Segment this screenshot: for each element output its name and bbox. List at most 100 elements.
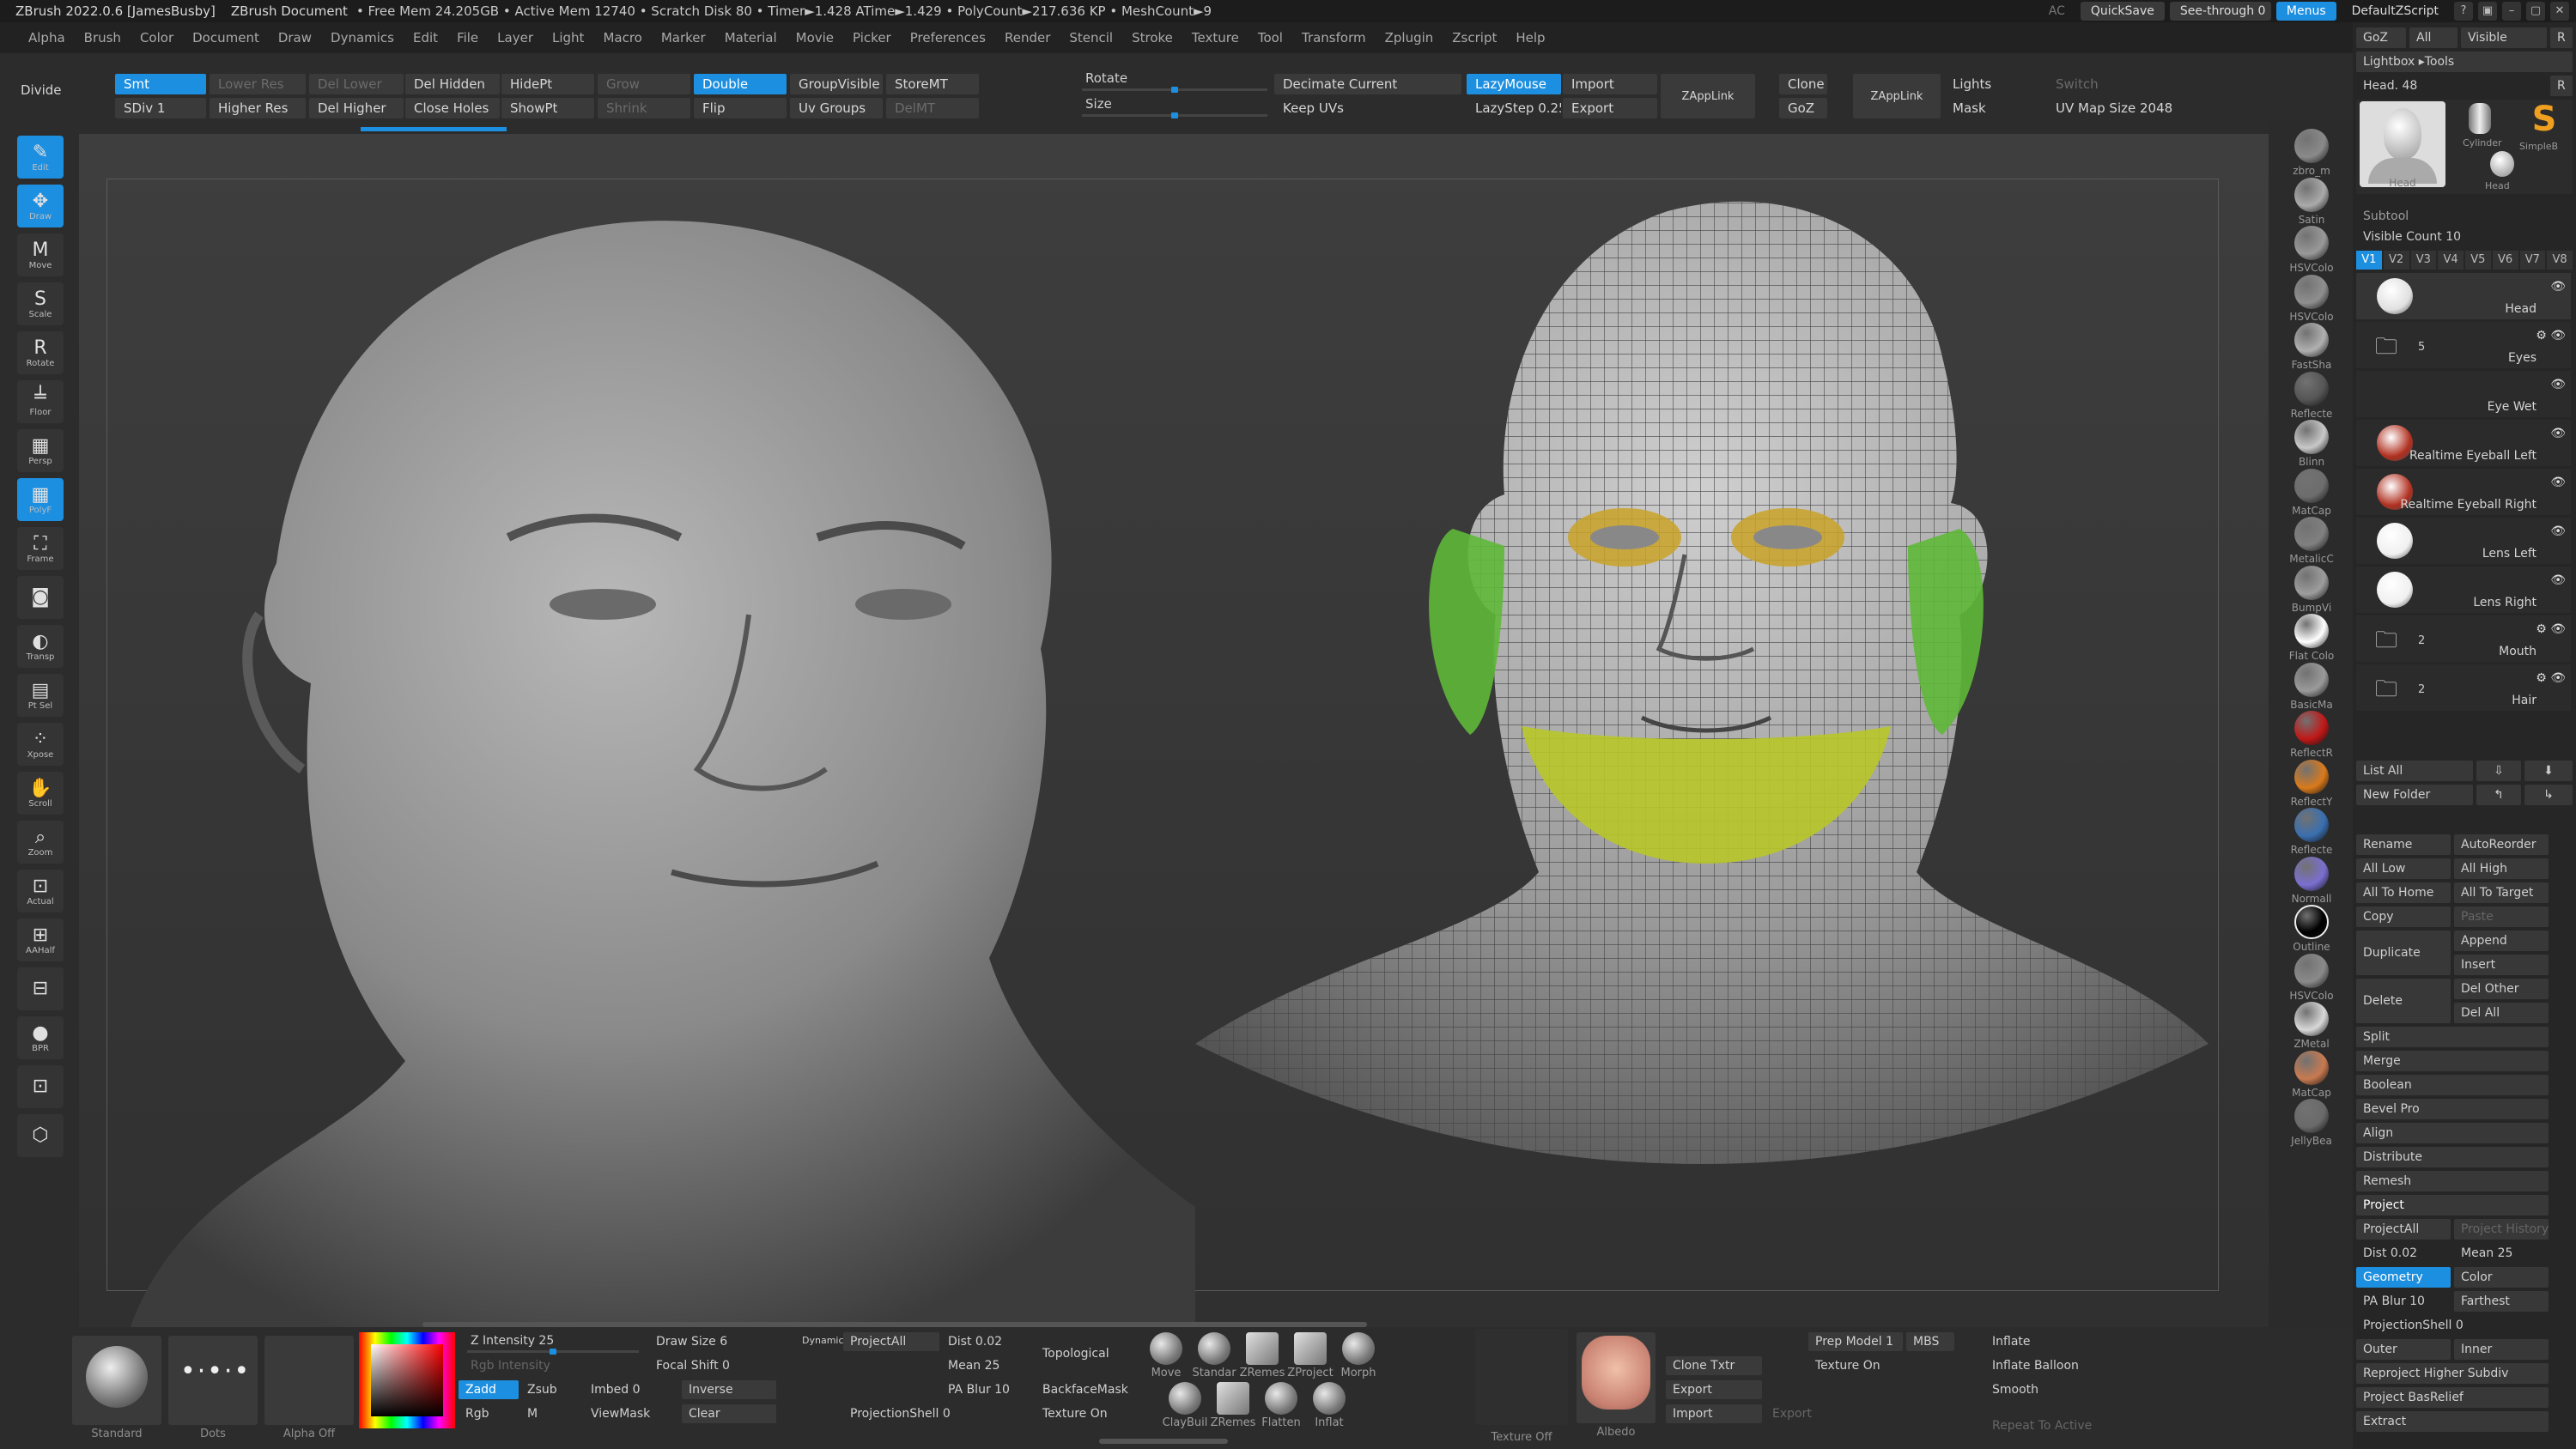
groupvisible-button[interactable]: GroupVisible (790, 74, 883, 94)
texture-on-toggle-2[interactable]: Texture On (1808, 1356, 1903, 1375)
texture-export-button[interactable]: Export (1666, 1380, 1762, 1399)
z-intensity-slider[interactable]: Z Intensity 25 (467, 1332, 639, 1355)
r-button[interactable]: R (2550, 27, 2573, 48)
zapplink-button-2[interactable]: ZAppLink (1853, 74, 1941, 118)
material-hsvcolo[interactable]: HSVColo (2286, 953, 2337, 1002)
project-menu[interactable]: Project (2356, 1195, 2549, 1216)
align-menu[interactable]: Align (2356, 1123, 2549, 1143)
brush-standar[interactable]: Standar (1190, 1332, 1238, 1379)
version-tab-v3[interactable]: V3 (2410, 251, 2437, 270)
simplebrush-tool-thumb[interactable]: S SimpleB (2519, 101, 2569, 152)
sdiv-slider[interactable]: SDiv 1 (115, 98, 206, 118)
material-zmetal[interactable]: ZMetal (2286, 1002, 2337, 1050)
lights-toggle[interactable]: Lights (1944, 74, 2047, 94)
lazymouse-toggle[interactable]: LazyMouse (1467, 74, 1561, 94)
menu-movie[interactable]: Movie (787, 30, 843, 45)
tool-slot-17[interactable]: ⊟ (17, 967, 64, 1010)
albedo-texture-selector[interactable]: Albedo (1577, 1332, 1656, 1439)
material-normall[interactable]: Normall (2286, 856, 2337, 905)
menu-help[interactable]: Help (1506, 30, 1554, 45)
material-hsvcolo[interactable]: HSVColo (2286, 274, 2337, 323)
alpha-selector[interactable]: Alpha Off (264, 1336, 354, 1440)
tool-draw[interactable]: ✥ Draw (17, 185, 64, 227)
cylinder-tool-thumb[interactable]: Cylinder (2463, 103, 2502, 149)
del-hidden-button[interactable]: Del Hidden (405, 74, 500, 94)
boolean-menu[interactable]: Boolean (2356, 1075, 2549, 1095)
split-menu[interactable]: Split (2356, 1027, 2549, 1047)
lightbox-tools-button[interactable]: Lightbox ▸Tools (2356, 52, 2573, 72)
bottom-scroll-handle[interactable] (1099, 1439, 1228, 1444)
brush-flatten[interactable]: Flatten (1257, 1382, 1305, 1429)
mbs-button[interactable]: MBS (1906, 1332, 1954, 1351)
z-intensity-knob[interactable] (550, 1349, 556, 1355)
mask-toggle[interactable]: Mask (1944, 98, 2047, 118)
repeat-to-active-button[interactable]: Repeat To Active (1985, 1416, 2174, 1435)
brush-zproject[interactable]: ZProject (1286, 1332, 1334, 1379)
quicksave-button[interactable]: QuickSave (2080, 2, 2165, 21)
arrow-down-icon[interactable]: ⬇ (2524, 761, 2573, 781)
dynamic-toggle[interactable]: Dynamic (795, 1331, 848, 1349)
visibility-eye-icon[interactable]: 👁 (2550, 573, 2566, 587)
brush-zremes[interactable]: ZRemes (1209, 1382, 1257, 1429)
stroke-selector[interactable]: •·•·• Dots (168, 1336, 258, 1440)
projectionshell-slider[interactable]: ProjectionShell 0 (843, 1404, 1034, 1423)
material-bumpvi[interactable]: BumpVi (2286, 565, 2337, 614)
menu-marker[interactable]: Marker (652, 30, 715, 45)
menu-layer[interactable]: Layer (488, 30, 543, 45)
brush-move[interactable]: Move (1142, 1332, 1190, 1379)
paste-button[interactable]: Paste (2454, 906, 2549, 927)
material-outline[interactable]: Outline (2286, 905, 2337, 953)
zapplink-button[interactable]: ZAppLink (1661, 74, 1755, 118)
subtool-eye-wet[interactable]: Eye Wet 👁 (2356, 371, 2571, 417)
tool-floor[interactable]: ╧ Floor (17, 380, 64, 423)
shrink-button[interactable]: Shrink (598, 98, 690, 118)
clear-button[interactable]: Clear (682, 1404, 776, 1423)
zsub-toggle[interactable]: Zsub (520, 1380, 580, 1399)
version-tab-v1[interactable]: V1 (2356, 251, 2382, 270)
lower-res-button[interactable]: Lower Res (210, 74, 306, 94)
folder-return-icon[interactable]: ↳ (2524, 785, 2573, 805)
tool-zoom[interactable]: ⌕ Zoom (17, 821, 64, 864)
tool-bpr[interactable]: ● BPR (17, 1016, 64, 1059)
size-knob[interactable] (1171, 112, 1178, 118)
inverse-button[interactable]: Inverse (682, 1380, 776, 1399)
goz-visible-button[interactable]: Visible (2461, 27, 2547, 48)
material-hsvcolo[interactable]: HSVColo (2286, 226, 2337, 274)
material-blinn[interactable]: Blinn (2286, 420, 2337, 468)
lazystep-slider[interactable]: LazyStep 0.25 (1467, 98, 1561, 118)
hidept-button[interactable]: HidePt (501, 74, 594, 94)
subtool-realtime-eyeball-left[interactable]: Realtime Eyeball Left 👁 (2356, 420, 2571, 466)
decimate-current-button[interactable]: Decimate Current (1274, 74, 1461, 94)
flip-button[interactable]: Flip (694, 98, 787, 118)
material-reflecte[interactable]: Reflecte (2286, 808, 2337, 856)
projectionshell-slider[interactable]: ProjectionShell 0 (2356, 1315, 2549, 1336)
topological-toggle[interactable]: Topological (1036, 1344, 1135, 1363)
brush-morph[interactable]: Morph (1334, 1332, 1382, 1379)
texture-import-button[interactable]: Import (1666, 1404, 1762, 1423)
subtool-eyes[interactable]: 🗀 5 Eyes ⚙ 👁 (2356, 322, 2571, 368)
clone-txtr-button[interactable]: Clone Txtr (1666, 1356, 1762, 1375)
distribute-menu[interactable]: Distribute (2356, 1147, 2549, 1167)
grow-button[interactable]: Grow (598, 74, 690, 94)
visibility-eye-icon[interactable]: ⚙ 👁 (2536, 329, 2566, 343)
brush-zremes[interactable]: ZRemes (1238, 1332, 1286, 1379)
autoreorder-button[interactable]: AutoReorder (2454, 834, 2549, 855)
head-tool-thumb-small[interactable]: Head (2485, 151, 2519, 191)
visibility-eye-icon[interactable]: 👁 (2550, 524, 2566, 538)
color-toggle[interactable]: Color (2454, 1267, 2549, 1288)
list-all-button[interactable]: List All (2356, 761, 2473, 781)
close-icon[interactable]: ✕ (2550, 2, 2569, 21)
project-history-button[interactable]: Project History (2454, 1219, 2549, 1240)
rotate-knob[interactable] (1171, 87, 1178, 93)
material-matcap[interactable]: MatCap (2286, 468, 2337, 517)
dist-slider[interactable]: Dist 0.02 (2356, 1243, 2451, 1264)
del-lower-button[interactable]: Del Lower (309, 74, 404, 94)
rgb-toggle[interactable]: Rgb (459, 1404, 519, 1423)
smt-toggle[interactable]: Smt (115, 74, 206, 94)
menus-button[interactable]: Menus (2275, 2, 2336, 21)
duplicate-button[interactable]: Duplicate (2356, 931, 2451, 975)
rgb-intensity-slider[interactable]: Rgb Intensity (464, 1356, 635, 1375)
menu-render[interactable]: Render (995, 30, 1060, 45)
version-tab-v2[interactable]: V2 (2383, 251, 2409, 270)
menu-alpha[interactable]: Alpha (19, 30, 75, 45)
